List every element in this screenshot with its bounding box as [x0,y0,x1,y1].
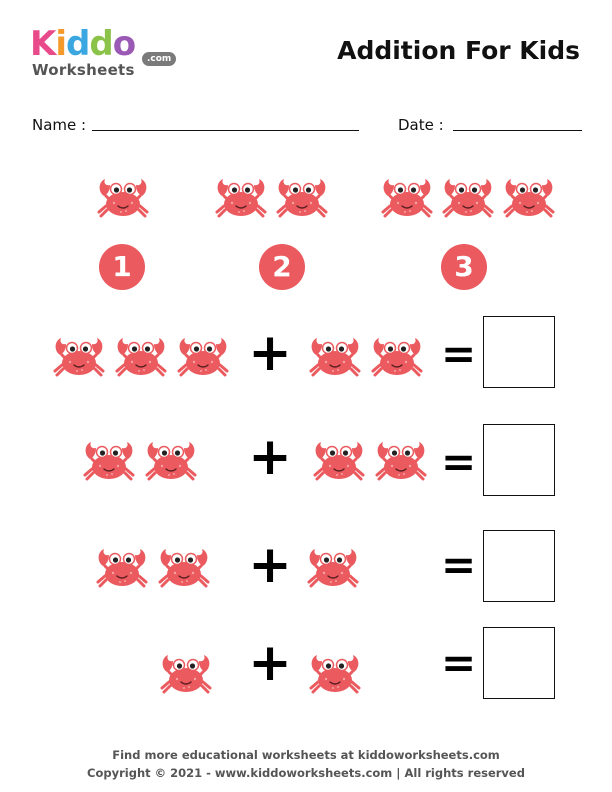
plus-sign: + [248,535,292,595]
crab-icon [96,176,150,220]
number-two-circle: 2 [259,244,305,290]
crab-icon [380,176,434,220]
name-field[interactable] [92,130,359,131]
crab-icon [95,546,149,590]
crab-icon [157,546,211,590]
crab-icon [441,176,495,220]
crab-icon [176,335,230,379]
plus-sign: + [248,633,292,693]
crab-icon [275,176,329,220]
crab-icon [306,546,360,590]
answer-box[interactable] [483,530,555,602]
crab-icon [308,335,362,379]
logo-dotcom-badge: .com [142,52,177,66]
number-one-circle: 1 [99,244,145,290]
page-title: Addition For Kids [337,36,580,65]
plus-sign: + [248,323,292,383]
crab-icon [52,335,106,379]
logo-letter: d [66,24,90,64]
equals-sign: = [441,638,477,687]
equals-sign: = [441,329,477,378]
logo-letter: o [112,24,136,64]
equals-sign: = [441,540,477,589]
date-field[interactable] [453,130,582,131]
footer-line-2: Copyright © 2021 - www.kiddoworksheets.c… [87,766,525,780]
logo-wordmark: Kiddo [30,24,136,64]
crab-icon [214,176,268,220]
footer-line-1: Find more educational worksheets at kidd… [112,748,500,762]
crab-icon [144,439,198,483]
crab-icon [308,652,362,696]
crab-icon [82,439,136,483]
crab-icon [114,335,168,379]
answer-box[interactable] [483,316,555,388]
equals-sign: = [441,437,477,486]
answer-box[interactable] [483,627,555,699]
crab-icon [370,335,424,379]
crab-icon [502,176,556,220]
crab-icon [312,439,366,483]
name-label: Name : [32,116,87,134]
date-label: Date : [398,116,444,134]
logo-subtitle: Worksheets [32,61,135,79]
crab-icon [159,652,213,696]
logo-letter: d [89,24,113,64]
plus-sign: + [248,427,292,487]
answer-box[interactable] [483,424,555,496]
number-three-circle: 3 [441,244,487,290]
kiddo-worksheets-logo: Kiddo Worksheets .com [30,24,180,82]
logo-letter: i [55,24,67,64]
crab-icon [374,439,428,483]
logo-letter: K [30,24,56,64]
